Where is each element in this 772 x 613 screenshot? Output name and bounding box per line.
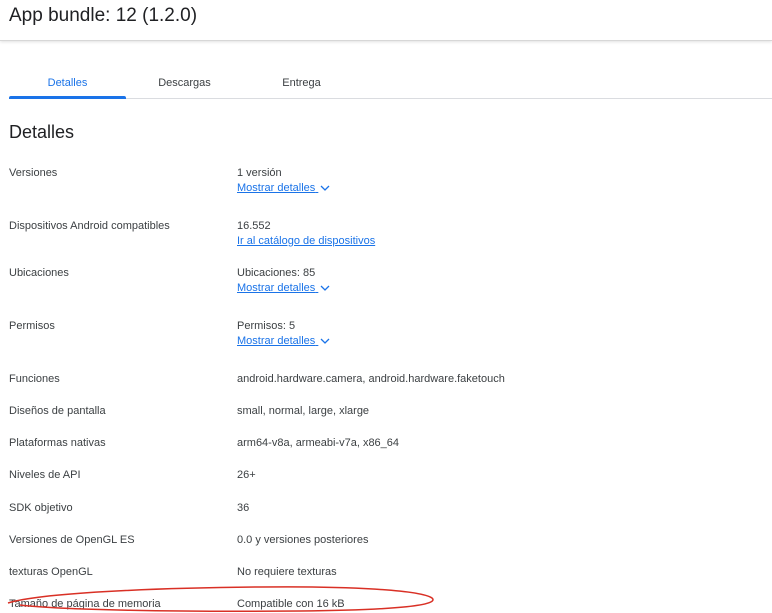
top-app-bar: App bundle: 12 (1.2.0) (0, 0, 772, 41)
show-details-link-versiones[interactable]: Mostrar detalles (237, 182, 330, 194)
row-value-tamano-pagina-memoria: Compatible con 16 kB (237, 598, 345, 610)
row-value-dispositivos: 16.552 (237, 220, 271, 232)
row-label-disenos-pantalla: Diseños de pantalla (9, 405, 106, 417)
tab-descargas[interactable]: Descargas (126, 70, 243, 96)
row-value-versiones: 1 versión (237, 167, 282, 179)
tab-entrega[interactable]: Entrega (243, 70, 360, 96)
link-label: Mostrar detalles (237, 335, 316, 347)
row-value-funciones: android.hardware.camera, android.hardwar… (237, 373, 505, 385)
row-value-permisos: Permisos: 5 (237, 320, 296, 332)
row-value-texturas-opengl: No requiere texturas (237, 566, 337, 578)
row-value-plataformas-nativas: arm64-v8a, armeabi-v7a, x86_64 (237, 437, 400, 449)
row-value-ubicaciones: Ubicaciones: 85 (237, 267, 316, 279)
tab-detalles[interactable]: Detalles (9, 70, 126, 96)
row-label-opengl-es: Versiones de OpenGL ES (9, 534, 135, 546)
row-label-funciones: Funciones (9, 373, 60, 385)
row-label-plataformas-nativas: Plataformas nativas (9, 437, 106, 449)
row-label-sdk-objetivo: SDK objetivo (9, 502, 73, 514)
row-label-tamano-pagina-memoria: Tamaño de página de memoria (9, 598, 161, 610)
row-label-niveles-api: Niveles de API (9, 469, 81, 481)
chevron-down-icon (320, 338, 330, 345)
row-value-niveles-api: 26+ (237, 469, 256, 481)
link-label: Mostrar detalles (237, 182, 316, 194)
row-label-permisos: Permisos (9, 320, 55, 332)
chevron-down-icon (320, 185, 330, 192)
active-tab-indicator (9, 96, 126, 99)
tab-bar: Detalles Descargas Entrega (9, 70, 772, 99)
page-title: App bundle: 12 (1.2.0) (9, 5, 198, 26)
chevron-down-icon (320, 285, 330, 292)
section-title: Detalles (9, 122, 75, 142)
row-value-opengl-es: 0.0 y versiones posteriores (237, 534, 369, 546)
row-label-texturas-opengl: texturas OpenGL (9, 566, 93, 578)
row-value-sdk-objetivo: 36 (237, 502, 250, 514)
show-details-link-permisos[interactable]: Mostrar detalles (237, 335, 330, 347)
row-label-ubicaciones: Ubicaciones (9, 267, 69, 279)
row-label-versiones: Versiones (9, 167, 58, 179)
device-catalog-link[interactable]: Ir al catálogo de dispositivos (237, 235, 375, 247)
show-details-link-ubicaciones[interactable]: Mostrar detalles (237, 282, 330, 294)
link-label: Mostrar detalles (237, 282, 316, 294)
row-label-dispositivos: Dispositivos Android compatibles (9, 220, 170, 232)
row-value-disenos-pantalla: small, normal, large, xlarge (237, 405, 370, 417)
